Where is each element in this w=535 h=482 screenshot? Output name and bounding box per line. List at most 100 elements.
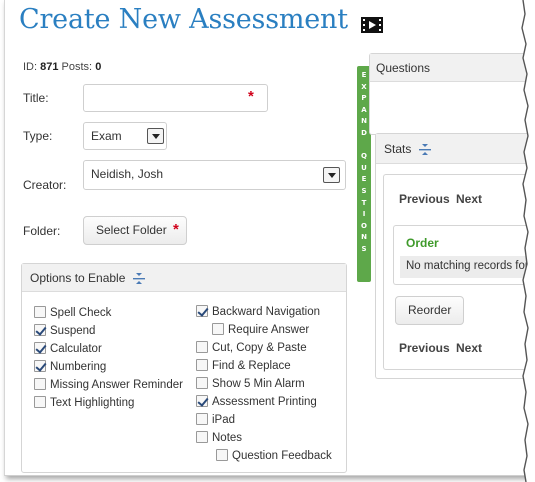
option-label: Cut, Copy & Paste xyxy=(212,342,307,354)
option-numbering[interactable]: Numbering xyxy=(34,360,106,374)
option-calculator[interactable]: Calculator xyxy=(34,342,102,356)
checkbox-missing-answer-reminder[interactable] xyxy=(34,378,46,390)
stats-header[interactable]: Stats xyxy=(376,134,528,164)
checkbox-backward-navigation[interactable] xyxy=(196,305,208,317)
previous-link-bottom[interactable]: Previous xyxy=(399,341,450,355)
option-spell-check[interactable]: Spell Check xyxy=(34,306,111,320)
expand-letter: Q xyxy=(361,152,367,161)
options-title: Options to Enable xyxy=(30,271,126,285)
expand-letter: O xyxy=(361,221,367,230)
expand-letter: E xyxy=(361,71,367,79)
checkbox-require-answer[interactable] xyxy=(212,323,224,335)
chevron-down-icon[interactable] xyxy=(323,167,340,183)
posts-label: Posts: xyxy=(61,61,93,73)
type-label: Type: xyxy=(23,129,53,143)
expand-letter: A xyxy=(361,105,367,114)
option-label: Numbering xyxy=(50,361,107,373)
select-folder-button[interactable]: Select Folder * xyxy=(83,216,187,245)
checkbox-text-highlighting[interactable] xyxy=(34,396,46,408)
chevron-down-icon[interactable] xyxy=(147,128,164,144)
creator-select[interactable]: Neidish, Josh xyxy=(83,160,346,190)
option-label: Spell Check xyxy=(50,307,112,319)
video-icon[interactable] xyxy=(361,17,383,33)
reorder-button[interactable]: Reorder xyxy=(395,296,465,325)
questions-panel: Questions xyxy=(369,53,528,135)
option-cut-copy-paste[interactable]: Cut, Copy & Paste xyxy=(196,341,307,355)
folder-label: Folder: xyxy=(23,224,61,238)
option-require-answer[interactable]: Require Answer xyxy=(212,323,309,337)
option-label: Text Highlighting xyxy=(50,397,135,409)
assessment-meta: ID: 871 Posts: 0 xyxy=(23,61,101,73)
next-link-bottom[interactable]: Next xyxy=(456,341,482,355)
option-backward-navigation[interactable]: Backward Navigation xyxy=(196,305,320,319)
checkbox-ipad[interactable] xyxy=(196,413,208,425)
option-find-replace[interactable]: Find & Replace xyxy=(196,359,291,373)
title-label: Title: xyxy=(23,91,49,105)
next-link-top[interactable]: Next xyxy=(456,192,482,206)
option-assessment-printing[interactable]: Assessment Printing xyxy=(196,395,317,409)
option-notes[interactable]: Notes xyxy=(196,431,242,445)
posts-value: 0 xyxy=(95,61,102,73)
expand-letter: E xyxy=(361,175,367,184)
expand-letter: N xyxy=(361,117,367,126)
id-label: ID: xyxy=(23,61,38,73)
option-label: Show 5 Min Alarm xyxy=(212,378,305,390)
collapse-icon[interactable] xyxy=(132,272,146,285)
checkbox-suspend[interactable] xyxy=(34,324,46,336)
option-text-highlighting[interactable]: Text Highlighting xyxy=(34,396,134,410)
options-header[interactable]: Options to Enable xyxy=(22,264,346,292)
option-label: Assessment Printing xyxy=(212,396,317,408)
checkbox-spell-check[interactable] xyxy=(34,306,46,318)
expand-letter: X xyxy=(361,82,367,91)
option-show-5-min-alarm[interactable]: Show 5 Min Alarm xyxy=(196,377,305,391)
option-label: Suspend xyxy=(50,325,96,337)
checkbox-numbering[interactable] xyxy=(34,360,46,372)
collapse-icon[interactable] xyxy=(418,143,432,156)
option-label: Calculator xyxy=(50,343,102,355)
id-value: 871 xyxy=(40,61,59,73)
type-select[interactable]: Exam xyxy=(83,122,167,150)
questions-header[interactable]: Questions xyxy=(370,54,528,82)
checkbox-calculator[interactable] xyxy=(34,342,46,354)
checkbox-notes[interactable] xyxy=(196,431,208,443)
stats-title: Stats xyxy=(384,142,412,156)
checkbox-assessment-printing[interactable] xyxy=(196,395,208,407)
option-label: Require Answer xyxy=(228,324,310,336)
title-input[interactable] xyxy=(83,84,268,112)
expand-letter: S xyxy=(361,244,367,253)
order-table: Order No matching records found xyxy=(393,225,528,285)
table-empty-row: No matching records found xyxy=(400,256,528,278)
expand-letter: U xyxy=(361,163,367,172)
checkbox-question-feedback[interactable] xyxy=(216,449,228,461)
creator-value: Neidish, Josh xyxy=(91,167,164,181)
option-ipad[interactable]: iPad xyxy=(196,413,235,427)
expand-letter: S xyxy=(361,186,367,195)
creator-label: Creator: xyxy=(23,178,67,192)
expand-letter: I xyxy=(362,210,366,219)
previous-link-top[interactable]: Previous xyxy=(399,192,450,206)
option-question-feedback[interactable]: Question Feedback xyxy=(216,449,332,463)
select-folder-label: Select Folder xyxy=(96,223,167,237)
option-suspend[interactable]: Suspend xyxy=(34,324,95,338)
page-title: Create New Assessment xyxy=(19,4,348,35)
expand-letter: N xyxy=(361,233,367,242)
expand-letter: P xyxy=(361,94,367,103)
expand-letter: T xyxy=(361,198,367,207)
option-label: Missing Answer Reminder xyxy=(50,379,183,391)
checkbox-show-5-min-alarm[interactable] xyxy=(196,377,208,389)
title-required-mark: * xyxy=(248,88,254,105)
option-missing-answer-reminder[interactable]: Missing Answer Reminder xyxy=(34,378,183,392)
folder-required-mark: * xyxy=(173,221,179,238)
order-column-header[interactable]: Order xyxy=(406,236,439,250)
torn-edge xyxy=(521,0,535,482)
option-label: Backward Navigation xyxy=(212,306,321,318)
expand-letter: D xyxy=(361,128,367,137)
option-label: iPad xyxy=(212,414,236,426)
stats-panel: Stats Previous Next Order No matching re… xyxy=(375,133,528,379)
checkbox-cut-copy-paste[interactable] xyxy=(196,341,208,353)
options-panel: Options to Enable Spell Check Suspend Calc… xyxy=(21,263,347,473)
assessment-window: Create New Assessment ID: 871 Posts: 0 T… xyxy=(4,0,528,476)
checkbox-find-replace[interactable] xyxy=(196,359,208,371)
type-value: Exam xyxy=(91,129,122,143)
option-label: Question Feedback xyxy=(232,450,332,462)
